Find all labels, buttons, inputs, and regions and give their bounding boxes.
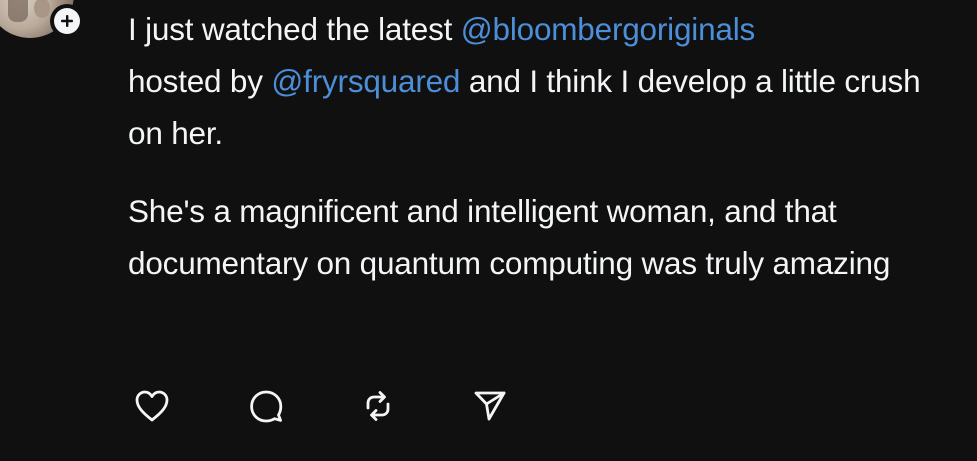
plus-icon xyxy=(54,8,80,34)
repost-button[interactable] xyxy=(356,384,400,428)
follow-button[interactable] xyxy=(50,4,84,38)
comment-button[interactable] xyxy=(244,384,288,428)
share-icon xyxy=(472,388,508,424)
author-avatar-area[interactable] xyxy=(0,0,96,40)
post-paragraph-2: She's a magnificent and intelligent woma… xyxy=(128,193,891,281)
mention-link-bloombergoriginals[interactable]: @bloombergoriginals xyxy=(461,11,756,47)
share-button[interactable] xyxy=(468,384,512,428)
heart-icon xyxy=(134,389,170,423)
repost-icon xyxy=(360,388,396,424)
post-paragraph-1: I just watched the latest @bloombergorig… xyxy=(128,3,948,159)
mention-link-fryrsquared[interactable]: @fryrsquared xyxy=(271,63,460,99)
like-button[interactable] xyxy=(130,384,174,428)
post-text-intro: I just watched the latest xyxy=(128,11,461,47)
post-text-hosted-by: hosted by xyxy=(128,63,272,99)
comment-icon xyxy=(248,388,284,424)
